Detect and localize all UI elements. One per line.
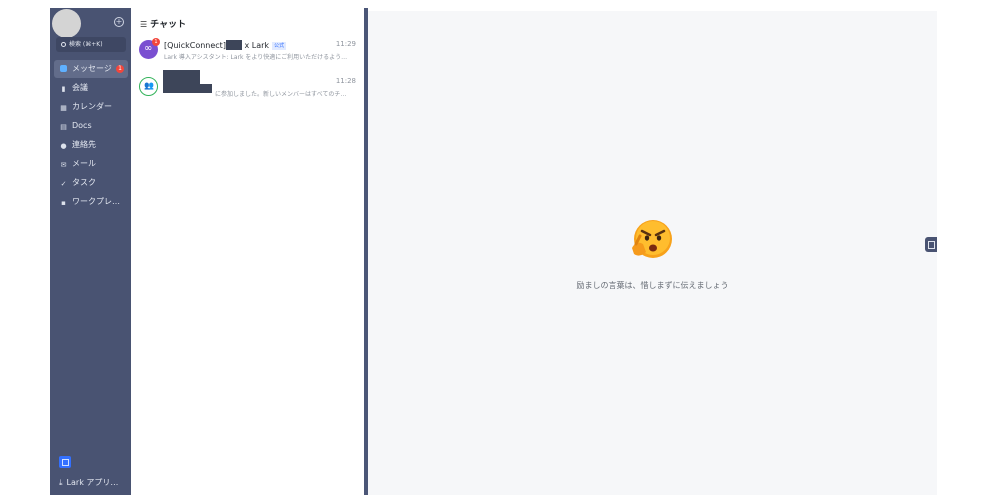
sidebar-item-workplace[interactable]: ▪ ワークプレ… bbox=[54, 193, 128, 211]
redacted-text bbox=[225, 40, 242, 50]
calendar-icon: ▦ bbox=[60, 104, 67, 112]
filter-icon[interactable]: ☰ bbox=[140, 20, 147, 29]
sidebar-item-label: タスク bbox=[72, 178, 96, 187]
workspace-icon[interactable] bbox=[59, 456, 71, 468]
sidebar-item-label: 会議 bbox=[72, 83, 88, 92]
link-icon: ∞ bbox=[144, 43, 153, 54]
docs-icon: ▤ bbox=[60, 123, 67, 131]
sidebar-item-contacts[interactable]: ● 連絡先 bbox=[54, 136, 128, 154]
contacts-icon: ● bbox=[60, 142, 67, 150]
angry-emoji-icon bbox=[632, 220, 672, 258]
search-button[interactable]: 検索 (⌘+K) bbox=[56, 37, 126, 52]
chat-list-title: ☰ チャット bbox=[140, 17, 186, 30]
chat-list-item[interactable]: 👥 11:28 に参加しました。新しいメンバーはすべてのチ… bbox=[131, 70, 364, 112]
redacted-text bbox=[163, 84, 212, 93]
sidebar-item-label: カレンダー bbox=[72, 102, 112, 111]
search-label: 検索 (⌘+K) bbox=[69, 41, 103, 48]
check-icon: ✓ bbox=[60, 180, 67, 188]
unread-badge: 1 bbox=[116, 65, 124, 73]
side-panel-toggle-icon[interactable] bbox=[925, 237, 937, 252]
message-icon bbox=[60, 65, 67, 72]
redacted-chat-name bbox=[163, 70, 200, 84]
chat-preview: に参加しました。新しいメンバーはすべてのチ… bbox=[215, 91, 347, 98]
chat-preview: Lark 導入アシスタント: Lark をより快適にご利用いただけるよう… bbox=[164, 54, 348, 61]
empty-state-message: 励ましの言葉は、惜しまずに伝えましょう bbox=[576, 281, 729, 290]
bot-avatar: ∞ 1 bbox=[139, 38, 160, 59]
group-avatar: 👥 bbox=[139, 77, 158, 96]
sidebar-item-label: 連絡先 bbox=[72, 140, 96, 149]
sidebar-item-messages[interactable]: メッセージ 1 bbox=[54, 60, 128, 78]
mail-icon: ✉ bbox=[60, 161, 67, 169]
sidebar-item-label: Docs bbox=[72, 121, 92, 130]
sidebar-item-mail[interactable]: ✉ メール bbox=[54, 155, 128, 173]
sidebar-nav: メッセージ 1 ▮ 会議 ▦ カレンダー ▤ Docs ● 連絡先 ✉ メール ✓ タスク bbox=[54, 60, 128, 212]
lark-app-download-link[interactable]: ⤓ Lark アプリ… bbox=[59, 477, 118, 488]
chat-name: [QuickConnect] x Lark 公式 bbox=[164, 40, 287, 50]
sidebar-item-label: メール bbox=[72, 159, 96, 168]
lark-app-label: Lark アプリ… bbox=[66, 478, 119, 487]
sidebar-item-tasks[interactable]: ✓ タスク bbox=[54, 174, 128, 192]
sidebar-item-label: メッセージ bbox=[72, 64, 112, 73]
grid-icon: ▪ bbox=[61, 199, 66, 207]
group-icon: 👥 bbox=[144, 81, 154, 90]
sidebar-item-calendar[interactable]: ▦ カレンダー bbox=[54, 98, 128, 116]
chat-main-area: 励ましの言葉は、惜しまずに伝えましょう bbox=[368, 11, 937, 495]
sidebar-item-meetings[interactable]: ▮ 会議 bbox=[54, 79, 128, 97]
chat-time: 11:28 bbox=[335, 77, 356, 85]
chat-name-prefix: [QuickConnect] bbox=[164, 41, 226, 50]
sidebar: + 検索 (⌘+K) メッセージ 1 ▮ 会議 ▦ カレンダー ▤ Docs ● 連絡先… bbox=[50, 8, 131, 495]
unread-badge: 1 bbox=[152, 38, 160, 46]
sidebar-item-docs[interactable]: ▤ Docs bbox=[54, 117, 128, 135]
chat-name-suffix: x Lark bbox=[241, 41, 270, 50]
user-avatar[interactable] bbox=[52, 9, 81, 38]
page-title: チャット bbox=[150, 20, 187, 30]
add-icon[interactable]: + bbox=[114, 17, 124, 27]
chat-list-panel: ☰ チャット ∞ 1 [QuickConnect] x Lark 公式 11:29 … bbox=[131, 8, 364, 495]
video-icon: ▮ bbox=[61, 85, 66, 93]
lark-app-window: + 検索 (⌘+K) メッセージ 1 ▮ 会議 ▦ カレンダー ▤ Docs ● 連絡先… bbox=[50, 8, 937, 495]
sidebar-item-label: ワークプレ… bbox=[72, 197, 120, 206]
download-icon: ⤓ bbox=[59, 478, 63, 487]
search-icon bbox=[61, 42, 66, 47]
chat-time: 11:29 bbox=[335, 40, 356, 48]
official-tag: 公式 bbox=[272, 42, 287, 50]
